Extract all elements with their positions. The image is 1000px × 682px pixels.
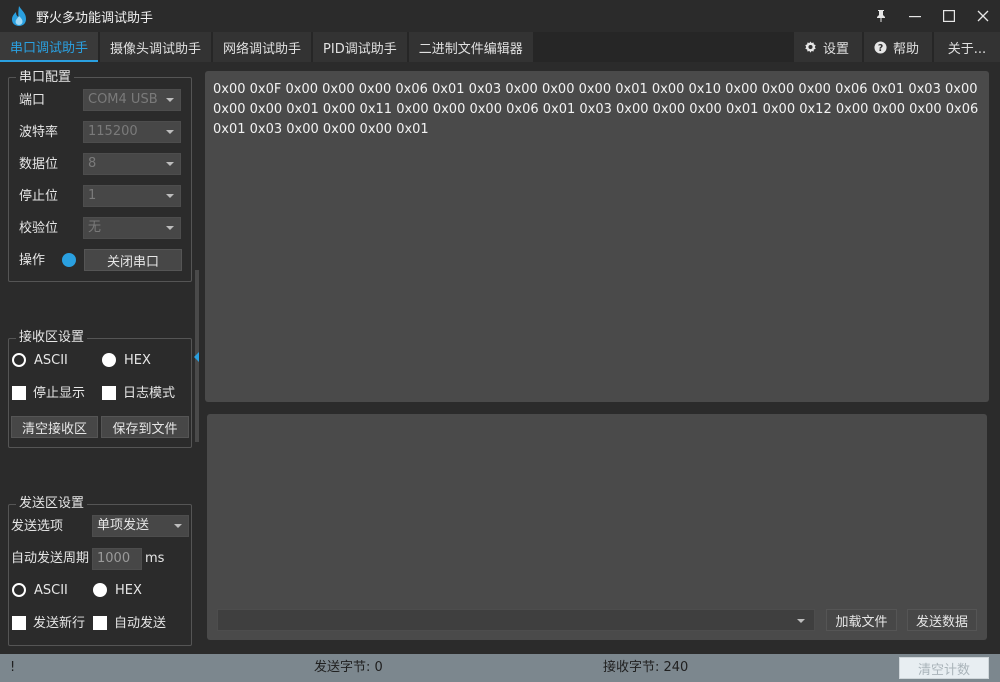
load-file-button[interactable]: 加载文件	[826, 609, 897, 631]
status-bar: ! 发送字节: 0 接收字节: 240 清空计数	[0, 654, 1000, 682]
chevron-down-icon	[166, 162, 174, 166]
flame-icon	[12, 6, 26, 26]
gear-icon	[804, 40, 817, 54]
stopbits-label: 停止位	[19, 189, 59, 204]
sent-bytes-counter: 发送字节: 0	[314, 660, 383, 675]
clear-count-button[interactable]: 清空计数	[899, 657, 989, 679]
parity-label: 校验位	[19, 221, 59, 236]
send-data-button[interactable]: 发送数据	[907, 609, 977, 631]
recv-ascii-label: ASCII	[34, 353, 68, 368]
stop-display-checkbox[interactable]	[12, 386, 26, 400]
receive-textarea[interactable]: 0x00 0x0F 0x00 0x00 0x00 0x06 0x01 0x03 …	[205, 71, 989, 402]
send-hex-label: HEX	[115, 583, 142, 598]
auto-period-label: 自动发送周期	[11, 551, 90, 566]
send-option-label: 发送选项	[11, 519, 64, 534]
send-history-select[interactable]	[217, 609, 815, 631]
stopbits-value: 1	[88, 188, 97, 203]
svg-text:?: ?	[878, 42, 883, 53]
title-bar: 野火多功能调试助手	[0, 0, 1000, 32]
tab-binary-editor[interactable]: 二进制文件编辑器	[408, 32, 533, 62]
chevron-down-icon	[166, 130, 174, 134]
databits-value: 8	[88, 156, 97, 171]
log-mode-label: 日志模式	[123, 386, 176, 401]
received-bytes-counter: 接收字节: 240	[603, 660, 689, 675]
serial-config-title: 串口配置	[16, 70, 75, 86]
send-textarea[interactable]	[207, 414, 987, 640]
send-option-select[interactable]: 单项发送	[92, 515, 189, 537]
port-status-indicator	[62, 253, 76, 267]
chevron-down-icon	[797, 619, 805, 623]
help-button[interactable]: ? 帮助	[864, 32, 932, 62]
log-mode-checkbox[interactable]	[102, 386, 116, 400]
send-newline-label: 发送新行	[33, 616, 86, 631]
clear-receive-button[interactable]: 清空接收区	[11, 416, 98, 438]
chevron-down-icon	[166, 194, 174, 198]
receive-settings-title: 接收区设置	[16, 330, 88, 346]
minimize-icon[interactable]	[898, 0, 932, 32]
parity-value: 无	[88, 220, 102, 235]
port-label: 端口	[19, 93, 46, 108]
tab-pid-debug[interactable]: PID调试助手	[313, 32, 407, 62]
tab-network-debug[interactable]: 网络调试助手	[213, 32, 312, 62]
operation-label: 操作	[19, 253, 46, 268]
port-value: COM4 USB	[88, 92, 158, 107]
send-option-value: 单项发送	[97, 518, 150, 533]
auto-send-label: 自动发送	[114, 616, 167, 631]
recv-hex-radio[interactable]	[102, 353, 116, 367]
about-button[interactable]: 关于...	[934, 32, 1000, 62]
auto-period-input[interactable]: 1000	[92, 548, 142, 570]
send-ascii-radio[interactable]	[12, 583, 26, 597]
chevron-down-icon	[174, 524, 182, 528]
status-indicator: !	[10, 660, 16, 675]
port-select[interactable]: COM4 USB	[83, 89, 181, 111]
databits-label: 数据位	[19, 157, 59, 172]
tab-bar: 串口调试助手 摄像头调试助手 网络调试助手 PID调试助手 二进制文件编辑器 设…	[0, 32, 1000, 62]
baud-select[interactable]: 115200	[83, 121, 181, 143]
recv-ascii-radio[interactable]	[12, 353, 26, 367]
settings-button[interactable]: 设置	[794, 32, 862, 62]
close-icon[interactable]	[966, 0, 1000, 32]
settings-label: 设置	[823, 41, 850, 57]
window-title: 野火多功能调试助手	[36, 10, 154, 26]
auto-period-unit: ms	[145, 551, 165, 566]
help-icon: ?	[874, 40, 887, 54]
help-label: 帮助	[893, 41, 920, 57]
send-ascii-label: ASCII	[34, 583, 68, 598]
stop-display-label: 停止显示	[33, 386, 86, 401]
baud-label: 波特率	[19, 125, 59, 140]
collapse-arrow-icon[interactable]	[194, 352, 199, 362]
tab-camera-debug[interactable]: 摄像头调试助手	[100, 32, 212, 62]
chevron-down-icon	[166, 226, 174, 230]
maximize-icon[interactable]	[932, 0, 966, 32]
baud-value: 115200	[88, 124, 138, 139]
auto-send-checkbox[interactable]	[93, 616, 107, 630]
databits-select[interactable]: 8	[83, 153, 181, 175]
send-hex-radio[interactable]	[93, 583, 107, 597]
pin-icon[interactable]	[864, 0, 898, 32]
save-to-file-button[interactable]: 保存到文件	[101, 416, 189, 438]
parity-select[interactable]: 无	[83, 217, 181, 239]
send-newline-checkbox[interactable]	[12, 616, 26, 630]
tab-serial-debug[interactable]: 串口调试助手	[0, 32, 99, 62]
close-port-button[interactable]: 关闭串口	[84, 249, 182, 271]
send-settings-title: 发送区设置	[16, 496, 88, 512]
stopbits-select[interactable]: 1	[83, 185, 181, 207]
recv-hex-label: HEX	[124, 353, 151, 368]
chevron-down-icon	[166, 98, 174, 102]
